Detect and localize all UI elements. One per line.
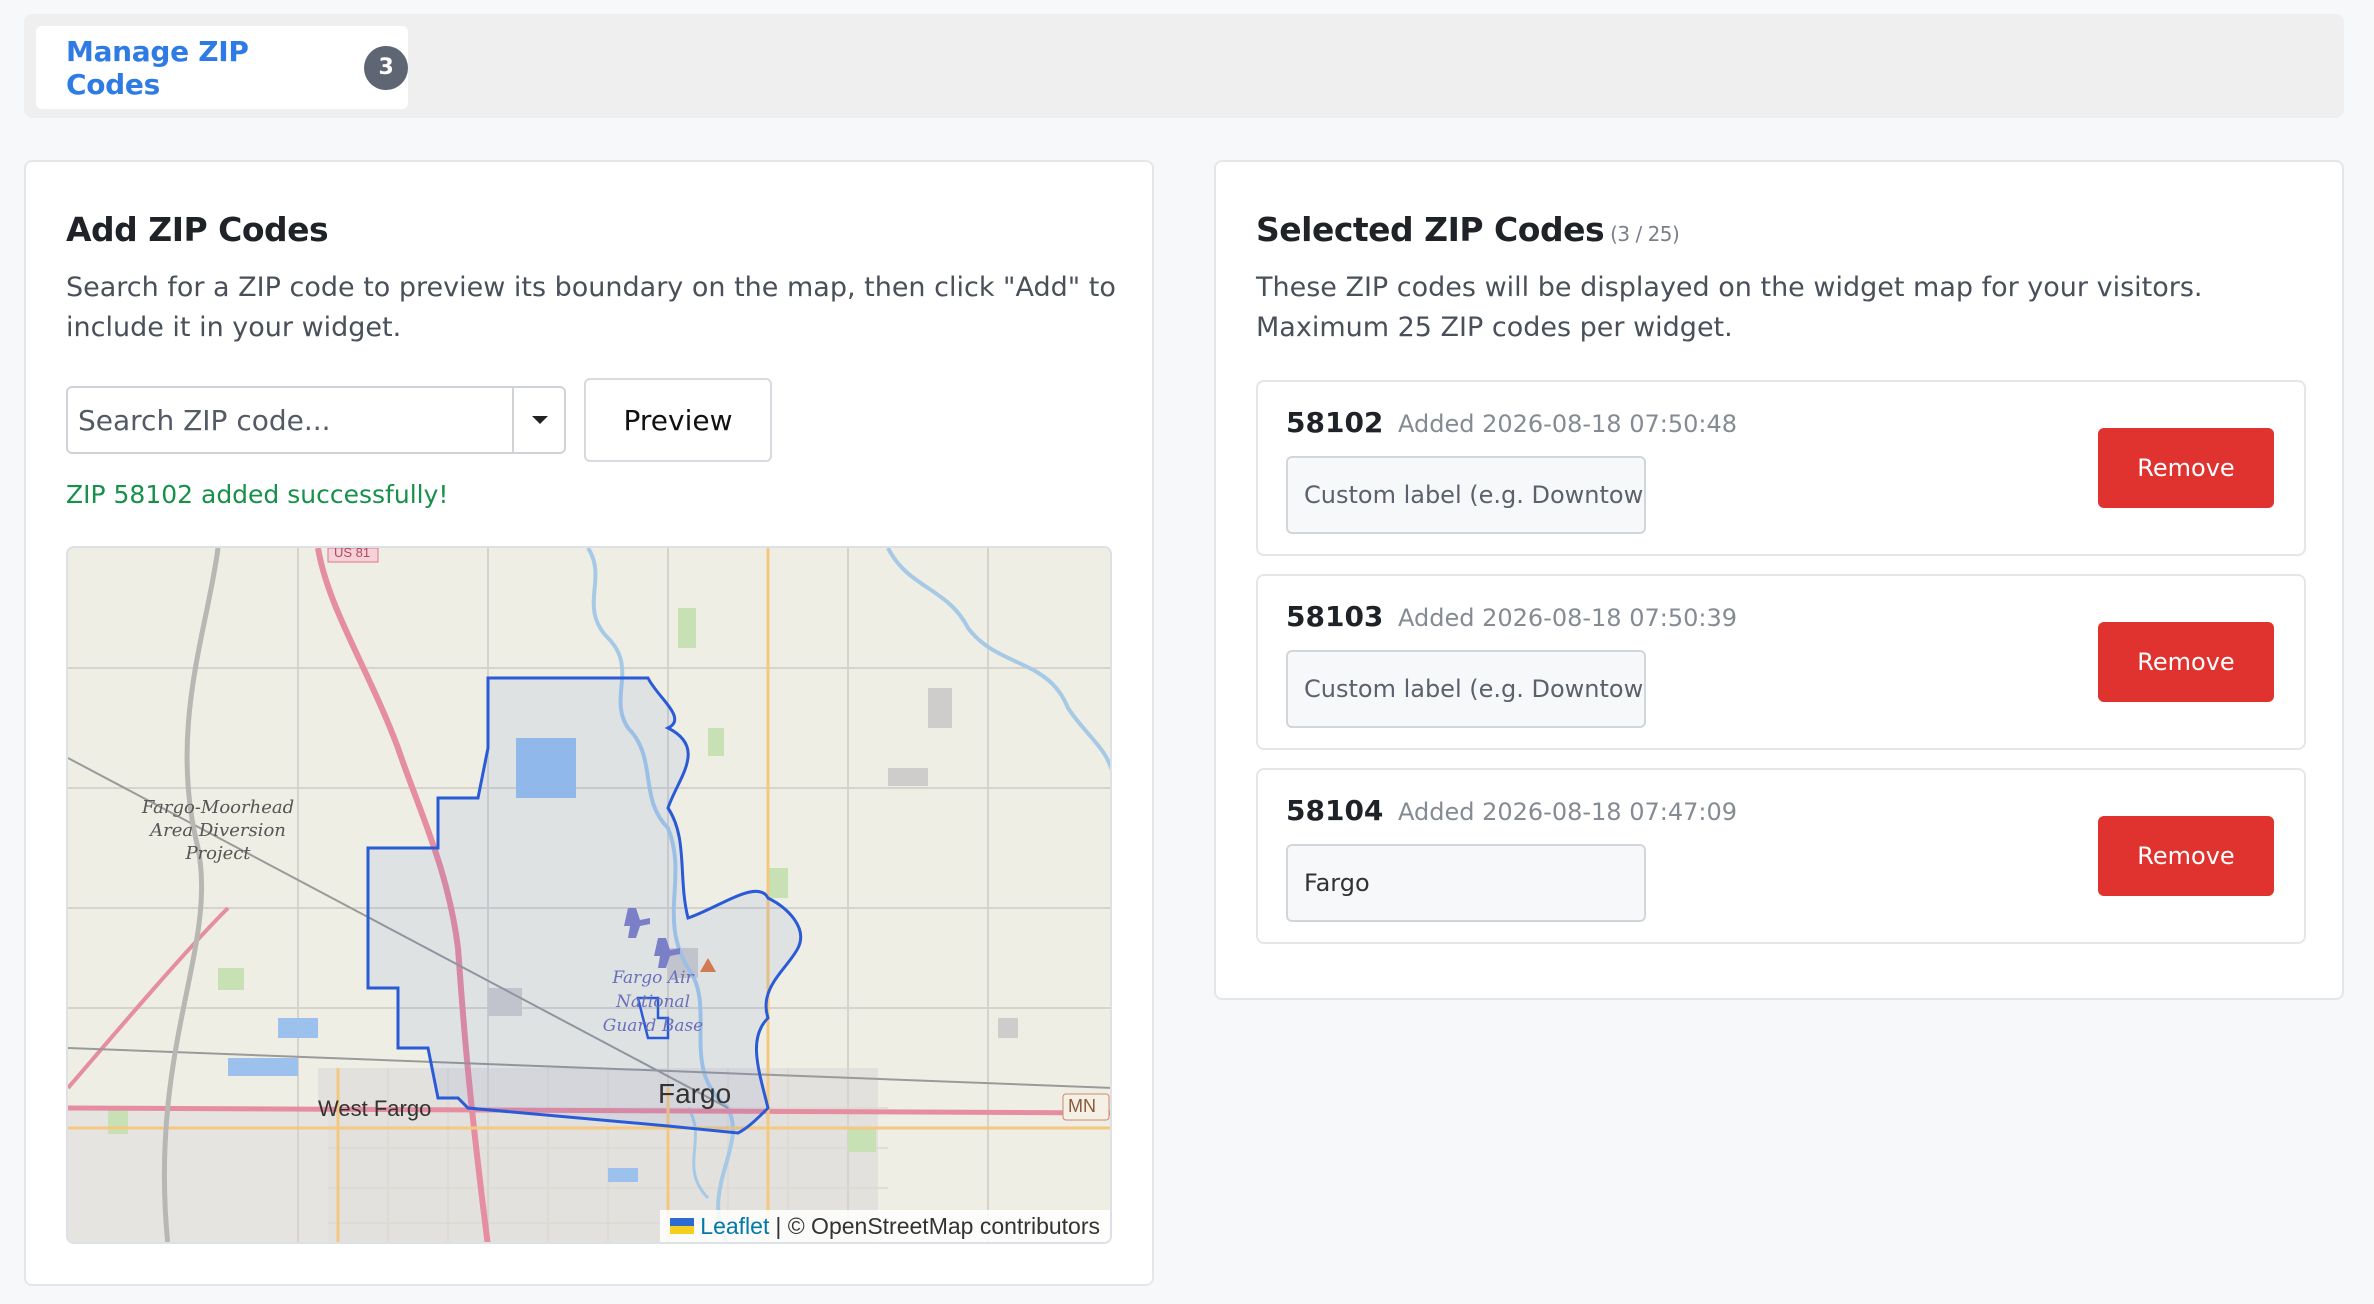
add-zip-codes-title: Add ZIP Codes <box>66 210 329 249</box>
zip-preview-map[interactable]: Fargo-Moorhead Area Diversion Project Fa… <box>66 546 1112 1244</box>
custom-label-input[interactable] <box>1286 844 1646 922</box>
selected-zip-codes-description: These ZIP codes will be displayed on the… <box>1256 272 2203 343</box>
zip-added-timestamp: Added 2026-08-18 07:47:09 <box>1398 798 1737 826</box>
zip-code: 58104 <box>1286 794 1384 827</box>
tab-label: Manage ZIP Codes <box>66 34 249 101</box>
zip-added-timestamp: Added 2026-08-18 07:50:48 <box>1398 410 1737 438</box>
tab-count-badge: 3 <box>364 45 408 90</box>
add-zip-codes-description: Search for a ZIP code to preview its bou… <box>66 272 1116 343</box>
map-tiles <box>68 548 1110 1242</box>
map-label-us81: US 81 <box>334 546 371 560</box>
map-label-west-fargo: West Fargo <box>318 1096 432 1121</box>
remove-button[interactable]: Remove <box>2098 622 2274 702</box>
preview-button[interactable]: Preview <box>584 378 772 462</box>
remove-button[interactable]: Remove <box>2098 816 2274 896</box>
zip-search-select[interactable] <box>66 386 566 454</box>
custom-label-input[interactable] <box>1286 456 1646 534</box>
selected-zip-codes-title: Selected ZIP Codes (3 / 25) <box>1256 210 1680 249</box>
zip-row: 58103 Added 2026-08-18 07:50:39 Remove <box>1256 574 2306 750</box>
map-label-airbase: Fargo Air National Guard Base <box>602 968 704 1036</box>
map-label-fargo: Fargo <box>658 1078 732 1109</box>
zip-row: 58102 Added 2026-08-18 07:50:48 Remove <box>1256 380 2306 556</box>
custom-label-input[interactable] <box>1286 650 1646 728</box>
map-label-mn: MN <box>1068 1096 1096 1116</box>
chevron-down-icon <box>532 416 548 424</box>
zip-code: 58102 <box>1286 406 1384 439</box>
osm-attribution: | © OpenStreetMap contributors <box>775 1212 1100 1239</box>
selected-title-text: Selected ZIP Codes <box>1256 210 1605 249</box>
zip-search-input[interactable] <box>68 388 508 452</box>
leaflet-link[interactable]: Leaflet <box>700 1213 769 1240</box>
selected-count: (3 / 25) <box>1610 222 1680 246</box>
selected-zip-codes-card: Selected ZIP Codes (3 / 25) These ZIP cod… <box>1214 160 2344 1000</box>
tab-bar: Manage ZIP Codes 3 <box>24 14 2344 118</box>
ukraine-flag-icon <box>670 1218 695 1234</box>
add-zip-codes-card: Add ZIP Codes Search for a ZIP code to p… <box>24 160 1154 1286</box>
map-attribution: Leaflet | © OpenStreetMap contributors <box>660 1210 1110 1242</box>
zip-added-timestamp: Added 2026-08-18 07:50:39 <box>1398 604 1737 632</box>
success-message: ZIP 58102 added successfully! <box>66 480 449 509</box>
tab-manage-zip-codes[interactable]: Manage ZIP Codes 3 <box>36 26 408 109</box>
remove-button[interactable]: Remove <box>2098 428 2274 508</box>
dropdown-toggle[interactable] <box>514 388 566 452</box>
map-label-diversion-project: Fargo-Moorhead Area Diversion Project <box>141 797 295 864</box>
zip-code: 58103 <box>1286 600 1384 633</box>
zip-row: 58104 Added 2026-08-18 07:47:09 Remove <box>1256 768 2306 944</box>
